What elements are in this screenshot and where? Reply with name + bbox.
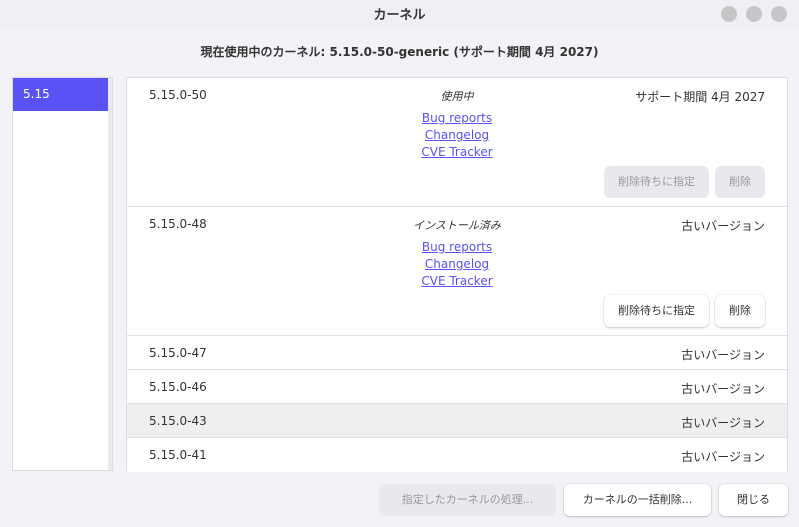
kernel-links: Bug reports Changelog CVE Tracker (127, 239, 787, 290)
sidebar-item-5-15[interactable]: 5.15 (13, 78, 112, 111)
kernel-window: カーネル 現在使用中のカーネル: 5.15.0-50-generic (サポート… (0, 0, 799, 527)
changelog-link[interactable]: Changelog (425, 256, 489, 273)
kernel-version: 5.15.0-43 (149, 414, 207, 428)
kernel-series-sidebar: 5.15 (12, 77, 113, 471)
cve-tracker-link[interactable]: CVE Tracker (421, 144, 492, 161)
kernel-row-5-15-0-41[interactable]: 5.15.0-41 古いバージョン (127, 438, 787, 472)
window-controls (721, 6, 787, 22)
kernel-actions: 削除待ちに指定 削除 (604, 166, 765, 198)
kernel-row-5-15-0-46[interactable]: 5.15.0-46 古いバージョン (127, 370, 787, 404)
kernel-support: 古いバージョン (681, 416, 765, 430)
bug-reports-link[interactable]: Bug reports (422, 110, 492, 127)
queue-removal-button[interactable]: 削除待ちに指定 (604, 295, 709, 327)
perform-queued-actions-button[interactable]: 指定したカーネルの処理... (379, 484, 556, 516)
kernel-row-5-15-0-50[interactable]: 5.15.0-50 使用中 サポート期間 4月 2027 Bug reports… (127, 78, 787, 207)
close-window-button[interactable] (771, 6, 787, 22)
kernel-actions: 削除待ちに指定 削除 (604, 295, 765, 327)
current-kernel-label: 現在使用中のカーネル: 5.15.0-50-generic (サポート期間 4月… (200, 45, 599, 59)
bulk-remove-kernels-button[interactable]: カーネルの一括削除... (564, 484, 711, 516)
kernel-support: サポート期間 4月 2027 (635, 90, 765, 104)
maximize-button[interactable] (746, 6, 762, 22)
footer-actions: 指定したカーネルの処理... カーネルの一括削除... 閉じる (379, 484, 788, 516)
sidebar-scrollbar[interactable] (108, 78, 112, 470)
kernel-list: 5.15.0-50 使用中 サポート期間 4月 2027 Bug reports… (126, 77, 788, 472)
bug-reports-link[interactable]: Bug reports (422, 239, 492, 256)
queue-removal-button[interactable]: 削除待ちに指定 (604, 166, 709, 198)
kernel-row-5-15-0-43[interactable]: 5.15.0-43 古いバージョン (127, 404, 787, 438)
kernel-support: 古いバージョン (681, 450, 765, 464)
kernel-support: 古いバージョン (681, 219, 765, 233)
minimize-button[interactable] (721, 6, 737, 22)
remove-button[interactable]: 削除 (715, 295, 765, 327)
kernel-version: 5.15.0-46 (149, 380, 207, 394)
sidebar-item-label: 5.15 (23, 87, 50, 101)
kernel-version: 5.15.0-47 (149, 346, 207, 360)
kernel-row-5-15-0-48[interactable]: 5.15.0-48 インストール済み 古いバージョン Bug reports C… (127, 207, 787, 336)
kernel-row-5-15-0-47[interactable]: 5.15.0-47 古いバージョン (127, 336, 787, 370)
changelog-link[interactable]: Changelog (425, 127, 489, 144)
kernel-support: 古いバージョン (681, 348, 765, 362)
kernel-version: 5.15.0-41 (149, 448, 207, 462)
window-title: カーネル (373, 8, 426, 23)
kernel-links: Bug reports Changelog CVE Tracker (127, 110, 787, 161)
close-button[interactable]: 閉じる (719, 484, 788, 516)
kernel-support: 古いバージョン (681, 382, 765, 396)
title-bar: カーネル (0, 0, 799, 29)
remove-button[interactable]: 削除 (715, 166, 765, 198)
cve-tracker-link[interactable]: CVE Tracker (421, 273, 492, 290)
